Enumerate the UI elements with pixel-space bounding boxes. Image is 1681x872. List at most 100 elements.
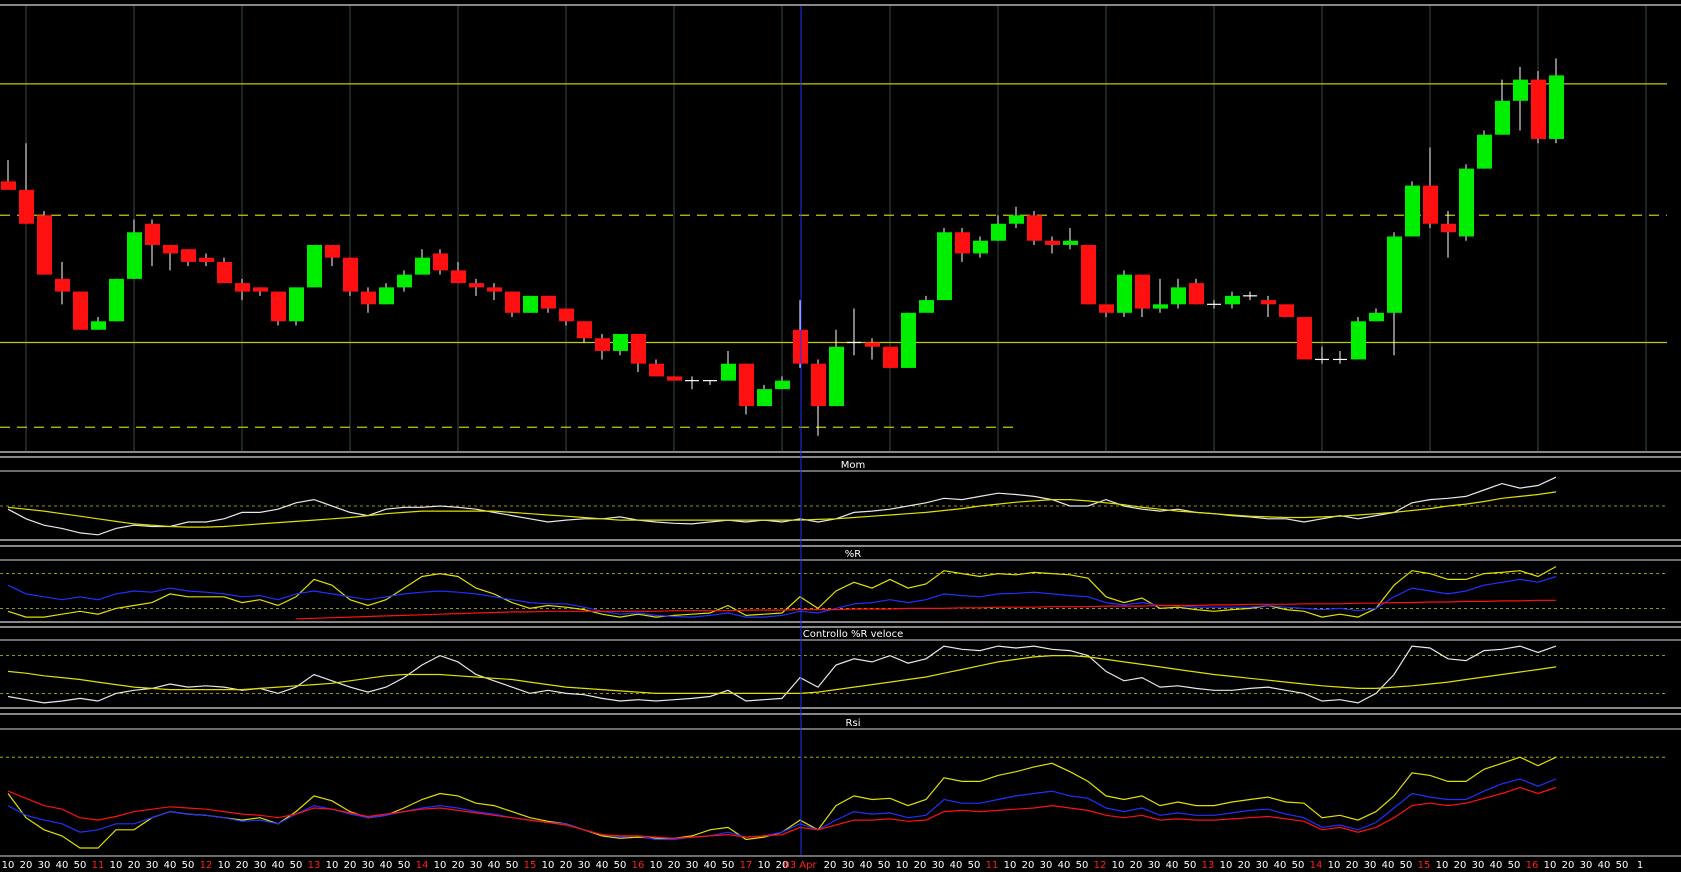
x-tick-label: 50	[1076, 860, 1089, 871]
x-tick-label: 50	[1508, 860, 1521, 871]
x-tick-label: 20	[128, 860, 141, 871]
candle-body	[271, 291, 286, 322]
x-tick-label: 15	[1418, 860, 1431, 871]
x-tick-label: 50	[74, 860, 87, 871]
x-tick-label: 17	[740, 860, 753, 871]
x-tick-label: 30	[1472, 860, 1485, 871]
x-tick-label: 40	[272, 860, 285, 871]
chart-svg[interactable]: Mom %R Controllo %R veloce Rsi 10 20 30 40 5…	[0, 0, 1681, 872]
candle-body	[109, 278, 124, 322]
candle-body	[217, 261, 232, 284]
candle-body	[631, 334, 646, 364]
x-tick-label: 30	[1148, 860, 1161, 871]
candle-body	[541, 295, 556, 309]
x-tick-label: 20	[1238, 860, 1251, 871]
candle-body	[1423, 185, 1438, 224]
x-tick-label: 20	[824, 860, 837, 871]
candle-body	[415, 257, 430, 275]
candle-body	[487, 287, 502, 292]
x-tick-label: 20	[1454, 860, 1467, 871]
trading-chart: Mom %R Controllo %R veloce Rsi 10 20 30 40 5…	[0, 0, 1681, 872]
candle-body	[307, 244, 322, 288]
x-tick-label: 10	[326, 860, 339, 871]
candle-body	[523, 295, 538, 313]
x-tick-label: 30	[1040, 860, 1053, 871]
controllorveloce-series-line	[7, 655, 1557, 694]
panel-titles: Mom %R Controllo %R veloce Rsi	[803, 460, 903, 729]
x-tick-label: 40	[1490, 860, 1503, 871]
x-tick-label: 40	[380, 860, 393, 871]
candle-body	[325, 244, 340, 258]
candle-body	[1153, 304, 1168, 309]
x-tick-label: 10	[1436, 860, 1449, 871]
x-tick-label: 10	[1220, 860, 1233, 871]
candle-body	[721, 363, 736, 381]
candle-body	[289, 287, 304, 322]
x-tick-label: 10	[434, 860, 447, 871]
x-tick-label: 30	[842, 860, 855, 871]
candle-body	[811, 363, 826, 407]
x-tick-label: 40	[1166, 860, 1179, 871]
x-tick-label: 50	[290, 860, 303, 871]
candle-body	[361, 291, 376, 305]
candle-body	[127, 232, 142, 279]
candle-body	[829, 346, 844, 407]
x-tick-label: 10	[650, 860, 663, 871]
candle-body	[613, 334, 628, 351]
x-tick-label: 40	[164, 860, 177, 871]
candle-body	[1027, 215, 1042, 241]
candle-body	[469, 283, 484, 288]
candle-body	[1387, 236, 1402, 313]
x-tick-label: 20	[1346, 860, 1359, 871]
candle-body	[1225, 295, 1240, 305]
x-tick-label: 20	[1022, 860, 1035, 871]
candle-body	[433, 253, 448, 271]
candle-body	[775, 380, 790, 390]
candle-body	[1495, 100, 1510, 135]
candle-body	[397, 274, 412, 288]
x-tick-label: 1	[1637, 860, 1643, 871]
mom-panel-title: Mom	[841, 460, 866, 471]
candle-body	[1, 181, 16, 190]
candle-body	[991, 223, 1006, 241]
x-tick-label: 50	[722, 860, 735, 871]
x-tick-label: 30	[146, 860, 159, 871]
candle-body	[1531, 79, 1546, 139]
rsi-series-line	[7, 786, 1557, 839]
x-tick-label: 50	[182, 860, 195, 871]
x-tick-label: 40	[56, 860, 69, 871]
candle-body	[1171, 287, 1186, 305]
x-tick-label: 50	[614, 860, 627, 871]
rsi-panel-title: Rsi	[846, 718, 861, 729]
x-tick-label: 10	[542, 860, 555, 871]
x-tick-label: 20	[668, 860, 681, 871]
x-tick-label: 50	[506, 860, 519, 871]
candle-body	[649, 363, 664, 377]
x-tick-label: 30	[1580, 860, 1593, 871]
x-tick-label: 15	[524, 860, 537, 871]
candle-body	[505, 291, 520, 313]
x-tick-label: 20	[1562, 860, 1575, 871]
x-tick-label: 12	[1094, 860, 1107, 871]
candle-body	[1459, 168, 1474, 237]
x-tick-label: 13	[1202, 860, 1215, 871]
candle-body	[1009, 215, 1024, 224]
candle-body	[379, 287, 394, 305]
candle-body	[1477, 134, 1492, 169]
x-tick-label: 40	[488, 860, 501, 871]
candle-body	[937, 232, 952, 301]
x-tick-label: 30	[1364, 860, 1377, 871]
wr-panel-title: %R	[845, 549, 862, 560]
x-tick-label: 10	[218, 860, 231, 871]
candle-body	[919, 300, 934, 313]
rsi-series-line	[7, 778, 1557, 841]
x-tick-label: 50	[1616, 860, 1629, 871]
controllorveloce-series-line	[7, 645, 1557, 704]
x-tick-label: 30	[254, 860, 267, 871]
x-tick-label: 20	[20, 860, 33, 871]
x-tick-label: 10	[1112, 860, 1125, 871]
x-tick-label: 40	[704, 860, 717, 871]
candle-body	[1135, 274, 1150, 309]
x-tick-label: 10	[1004, 860, 1017, 871]
x-tick-label: 16	[1526, 860, 1539, 871]
